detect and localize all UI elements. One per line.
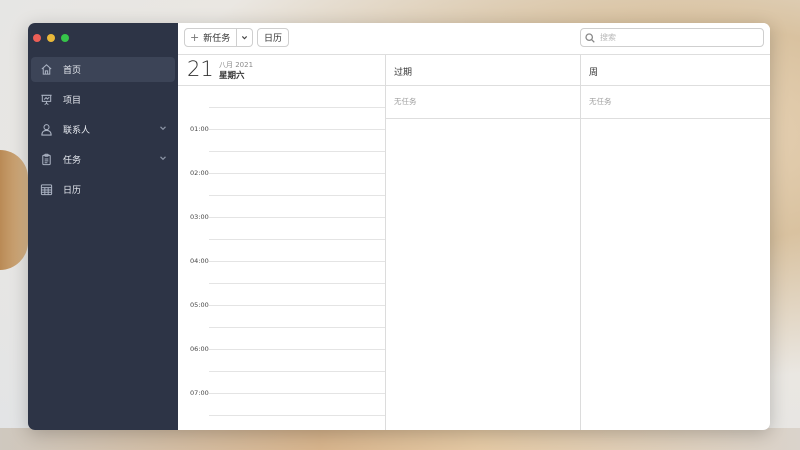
sidebar-nav: 首页 项目 联系人 任务 日历: [31, 57, 175, 207]
timeline-gridline: [209, 349, 385, 350]
hour-label: 07:00: [190, 389, 209, 397]
hour-label: 05:00: [190, 301, 209, 309]
hour-label: 04:00: [190, 257, 209, 265]
sidebar-item-label: 联系人: [63, 126, 91, 136]
calendar-button[interactable]: 日历: [257, 28, 290, 47]
day-number: 21: [187, 57, 214, 81]
minimize-window-button[interactable]: [47, 34, 55, 42]
wallpaper-bottom: [0, 428, 800, 450]
divider: [581, 118, 770, 119]
hour-label: 02:00: [190, 169, 209, 177]
clipboard-icon: [31, 153, 61, 166]
today-column: 21 八月 2021 星期六 01:00 02:00 03:00 04:00 05:00…: [178, 55, 386, 430]
week-header: 周: [581, 55, 770, 86]
toolbar: + 新任务 日历: [178, 23, 770, 55]
timeline-gridline: [209, 371, 385, 372]
calendar-grid-icon: [31, 183, 61, 196]
app-window: 首页 项目 联系人 任务 日历 + 新任务 日历 搜索 21 八月 2021 星…: [28, 23, 770, 430]
main-area: + 新任务 日历 21 八月 2021 星期六 01:0002:0: [178, 23, 770, 430]
timeline-gridline: [209, 327, 385, 328]
today-header: 21 八月 2021 星期六: [178, 55, 385, 86]
timeline-gridline: [209, 107, 385, 108]
wallpaper-left: [0, 150, 28, 270]
timeline-gridline: [209, 283, 385, 284]
timeline-gridline: [209, 261, 385, 262]
search-field[interactable]: [580, 28, 764, 47]
sidebar-item-home[interactable]: 首页: [31, 57, 175, 82]
sidebar-item-label: 任务: [63, 156, 82, 166]
window-controls: [33, 34, 69, 42]
timeline-gridline: [209, 239, 385, 240]
weekday: 星期六: [219, 71, 245, 81]
overdue-title: 过期: [394, 68, 413, 78]
chevron-down-icon: [242, 36, 248, 40]
sidebar-item-projects[interactable]: 项目: [31, 87, 175, 112]
chevron-down-icon[interactable]: [159, 124, 167, 135]
hour-label: 03:00: [190, 213, 209, 221]
hour-label: 06:00: [190, 345, 209, 353]
close-window-button[interactable]: [33, 34, 41, 42]
person-icon: [31, 123, 61, 136]
presentation-icon: [31, 93, 61, 106]
sidebar: 首页 项目 联系人 任务 日历: [28, 23, 178, 430]
zoom-window-button[interactable]: [61, 34, 69, 42]
overdue-header: 过期: [386, 55, 580, 86]
columns: 21 八月 2021 星期六 01:00 02:00 03:00 04:00 05:00…: [178, 55, 770, 430]
sidebar-item-contacts[interactable]: 联系人: [31, 117, 175, 142]
search-icon: [585, 32, 595, 43]
plus-icon: +: [190, 31, 200, 44]
sidebar-item-tasks[interactable]: 任务: [31, 147, 175, 172]
hour-timeline[interactable]: 01:00 02:00 03:00 04:00 05:00 06:00 07:00: [178, 86, 385, 430]
week-column: 周 无任务: [581, 55, 770, 430]
timeline-gridline: [209, 305, 385, 306]
home-icon: [31, 63, 61, 76]
new-task-button[interactable]: + 新任务: [184, 28, 238, 47]
sidebar-item-label: 日历: [63, 186, 82, 196]
timeline-gridline: [209, 415, 385, 416]
overdue-empty-text: 无任务: [394, 97, 417, 106]
chevron-down-icon[interactable]: [159, 154, 167, 165]
overdue-column: 过期 无任务: [386, 55, 581, 430]
week-empty-text: 无任务: [589, 97, 612, 106]
week-title: 周: [589, 68, 599, 78]
new-task-dropdown-button[interactable]: [237, 28, 254, 47]
sidebar-item-calendar[interactable]: 日历: [31, 177, 175, 202]
sidebar-item-label: 项目: [63, 96, 82, 106]
timeline-gridline: [209, 217, 385, 218]
divider: [386, 118, 580, 119]
sidebar-item-label: 首页: [63, 66, 82, 76]
timeline-gridline: [209, 393, 385, 394]
new-task-label: 新任务: [203, 34, 231, 44]
timeline-gridline: [209, 195, 385, 196]
new-task-group: + 新任务: [184, 28, 254, 47]
search-input[interactable]: [598, 32, 752, 43]
timeline-gridline: [209, 151, 385, 152]
timeline-gridline: [209, 173, 385, 174]
hour-label: 01:00: [190, 125, 209, 133]
timeline-gridline: [209, 129, 385, 130]
